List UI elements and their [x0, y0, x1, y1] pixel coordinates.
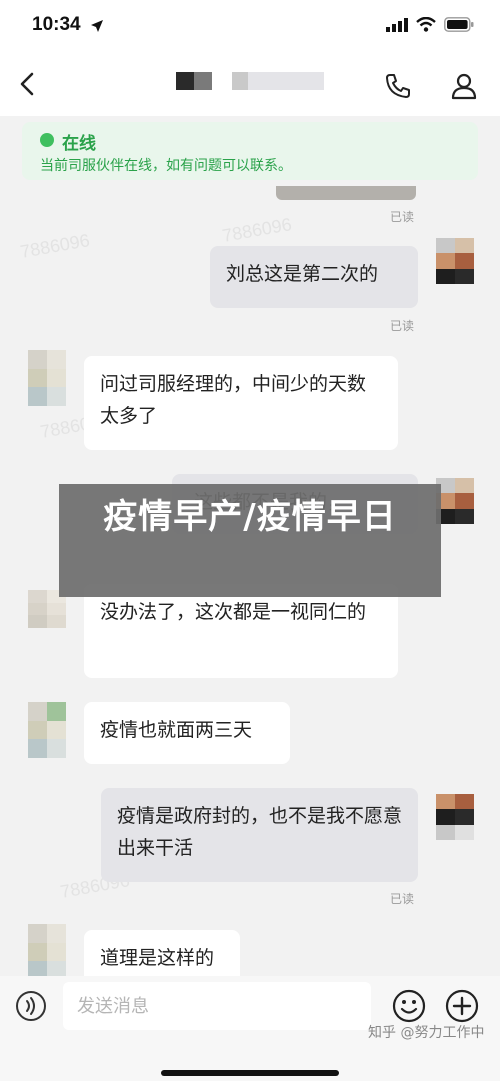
signal-icon: [386, 17, 408, 32]
message-bubble[interactable]: 疫情也就面两三天: [84, 702, 290, 764]
avatar[interactable]: [436, 238, 474, 284]
message-bubble[interactable]: 刘总这是第二次的: [210, 246, 418, 308]
location-arrow-icon: [91, 20, 103, 32]
avatar[interactable]: [436, 478, 474, 524]
wifi-icon: [416, 17, 436, 32]
home-indicator[interactable]: [161, 1070, 339, 1076]
read-status: 已读: [390, 892, 415, 906]
overlay-headline: 疫情早产/疫情早日: [59, 484, 441, 597]
emoji-icon[interactable]: [391, 988, 427, 1024]
message-bubble[interactable]: 问过司服经理的，中间少的天数太多了: [84, 356, 398, 450]
watermark: 7886096: [18, 230, 92, 262]
status-indicators: [386, 17, 474, 32]
avatar[interactable]: [28, 350, 66, 406]
person-icon[interactable]: [450, 72, 478, 100]
status-bar: 10:34: [0, 0, 500, 52]
message-bubble[interactable]: 没办法了，这次都是一视同仁的: [84, 584, 398, 678]
avatar[interactable]: [28, 924, 66, 976]
phone-icon[interactable]: [384, 72, 412, 100]
online-title: 在线: [62, 134, 96, 154]
online-status-banner: 在线 当前司服伙伴在线，如有问题可以联系。: [22, 122, 478, 180]
online-dot-icon: [40, 133, 54, 147]
message-bubble[interactable]: 道理是这样的: [84, 930, 240, 976]
chat-screen: 10:34 在线 当前司服伙伴在线，如有问题可以联系。 7886096 7886…: [0, 0, 500, 1081]
message-input[interactable]: [63, 982, 371, 1030]
status-time: 10:34: [32, 14, 81, 35]
back-chevron-icon[interactable]: [14, 70, 42, 98]
partial-image-message[interactable]: [276, 186, 416, 200]
chat-header: [0, 52, 500, 116]
watermark: 7886096: [220, 214, 294, 246]
avatar[interactable]: [436, 794, 474, 840]
read-status: 已读: [390, 319, 415, 333]
contact-name-redacted: [176, 72, 324, 92]
source-watermark: 知乎 @努力工作中: [368, 1025, 485, 1041]
avatar[interactable]: [28, 702, 66, 758]
online-description: 当前司服伙伴在线，如有问题可以联系。: [40, 158, 292, 174]
battery-icon: [444, 17, 474, 32]
message-bubble[interactable]: 疫情是政府封的，也不是我不愿意出来干活: [101, 788, 418, 882]
plus-icon[interactable]: [444, 988, 480, 1024]
voice-icon[interactable]: [15, 990, 47, 1022]
read-status: 已读: [390, 210, 415, 224]
input-bar: 知乎 @努力工作中: [0, 976, 500, 1081]
